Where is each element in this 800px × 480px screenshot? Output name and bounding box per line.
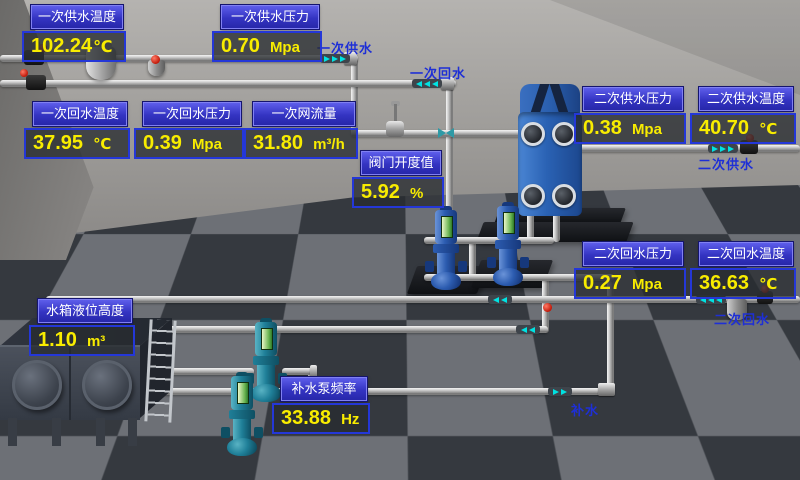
primary-return-pipe xyxy=(0,80,456,87)
display-value: 37.95℃ xyxy=(24,128,130,159)
display-primary-return-temp[interactable]: 一次回水温度 37.95℃ xyxy=(24,102,130,159)
hx-port xyxy=(552,184,576,208)
display-value: 40.70℃ xyxy=(690,113,796,144)
display-label: 二次供水压力 xyxy=(583,87,683,111)
display-value: 1.10m³ xyxy=(29,325,135,356)
display-value: 33.88Hz xyxy=(272,403,370,434)
drain-valve-cap xyxy=(543,303,552,312)
tank-leg xyxy=(128,418,137,446)
display-label: 一次回水温度 xyxy=(33,102,127,126)
display-value: 5.92% xyxy=(352,177,444,208)
valve-handwheel xyxy=(20,69,28,77)
secondary-return-pipe xyxy=(46,296,800,303)
display-label: 一次供水温度 xyxy=(31,5,123,29)
tank-leg xyxy=(8,418,17,446)
tank-leg xyxy=(96,418,105,446)
display-value: 36.63℃ xyxy=(690,268,796,299)
display-primary-return-pressure[interactable]: 一次回水压力 0.39Mpa xyxy=(134,102,244,159)
tank-ladder xyxy=(144,319,176,422)
display-valve-opening[interactable]: 阀门开度值 5.92% xyxy=(352,151,444,208)
display-primary-supply-pressure[interactable]: 一次供水压力 0.70Mpa xyxy=(212,5,322,62)
electric-control-valve[interactable] xyxy=(384,104,406,138)
circulation-pump-2[interactable] xyxy=(492,202,524,286)
display-label: 一次网流量 xyxy=(253,102,355,126)
hx-port xyxy=(521,122,545,146)
makeup-pump-2[interactable] xyxy=(226,372,258,456)
pump-status-window xyxy=(237,382,249,404)
display-label: 二次供水温度 xyxy=(699,87,793,111)
pipe-label-secondary-return: 二次回水 xyxy=(714,309,770,328)
flow-arrows-return-mid xyxy=(488,295,512,304)
display-label: 二次回水压力 xyxy=(583,242,683,266)
display-secondary-supply-pressure[interactable]: 二次供水压力 0.38Mpa xyxy=(574,87,686,144)
tank-rail-pipe xyxy=(152,326,548,333)
secondary-supply-pipe xyxy=(570,145,800,152)
bowtie-valve-icon xyxy=(438,128,454,138)
display-secondary-supply-temp[interactable]: 二次供水温度 40.70℃ xyxy=(690,87,796,144)
flow-arrows-makeup xyxy=(548,387,572,396)
display-makeup-pump-freq[interactable]: 补水泵频率 33.88Hz xyxy=(272,377,370,434)
hx-port xyxy=(552,122,576,146)
circulation-pump-1[interactable] xyxy=(430,206,462,290)
flow-arrows-rail xyxy=(516,325,540,334)
display-value: 0.70Mpa xyxy=(212,31,322,62)
display-value: 0.38Mpa xyxy=(574,113,686,144)
shutoff-valve[interactable] xyxy=(26,75,46,90)
tank-manhole xyxy=(12,360,62,410)
display-secondary-return-pressure[interactable]: 二次回水压力 0.27Mpa xyxy=(574,242,686,299)
display-label: 一次供水压力 xyxy=(221,5,319,29)
display-label: 一次回水压力 xyxy=(143,102,241,126)
display-label: 补水泵频率 xyxy=(281,377,367,401)
display-value: 31.80m³/h xyxy=(244,128,358,159)
display-value: 0.27Mpa xyxy=(574,268,686,299)
flow-arrows-secondary-supply xyxy=(708,144,738,153)
gauge-red-cap xyxy=(151,55,160,64)
display-value: 102.24℃ xyxy=(22,31,126,62)
pump-status-window xyxy=(441,216,453,238)
display-primary-flow[interactable]: 一次网流量 31.80m³/h xyxy=(244,102,358,159)
tank-manhole xyxy=(82,360,132,410)
pump-status-window xyxy=(503,212,515,234)
display-label: 水箱液位高度 xyxy=(38,299,132,323)
display-tank-level[interactable]: 水箱液位高度 1.10m³ xyxy=(29,299,135,356)
pipe-label-primary-return: 一次回水 xyxy=(410,63,466,82)
pipe-label-makeup-water: 补水 xyxy=(571,400,599,419)
hx-port xyxy=(521,184,545,208)
display-label: 二次回水温度 xyxy=(699,242,793,266)
pipe-flange xyxy=(598,383,615,396)
makeup-pipe xyxy=(152,388,614,395)
display-secondary-return-temp[interactable]: 二次回水温度 36.63℃ xyxy=(690,242,796,299)
hmi-heating-station-screen: 一次供水 一次回水 二次供水 二次回水 补水 一次供水温度 102.24℃ 一次… xyxy=(0,0,800,480)
tank-leg xyxy=(52,418,61,446)
pipe-label-secondary-supply: 二次供水 xyxy=(698,154,754,173)
pump-status-window xyxy=(261,328,273,350)
display-label: 阀门开度值 xyxy=(361,151,441,175)
pipe-label-primary-supply: 一次供水 xyxy=(317,38,373,57)
display-primary-supply-temp[interactable]: 一次供水温度 102.24℃ xyxy=(22,5,126,62)
display-value: 0.39Mpa xyxy=(134,128,244,159)
